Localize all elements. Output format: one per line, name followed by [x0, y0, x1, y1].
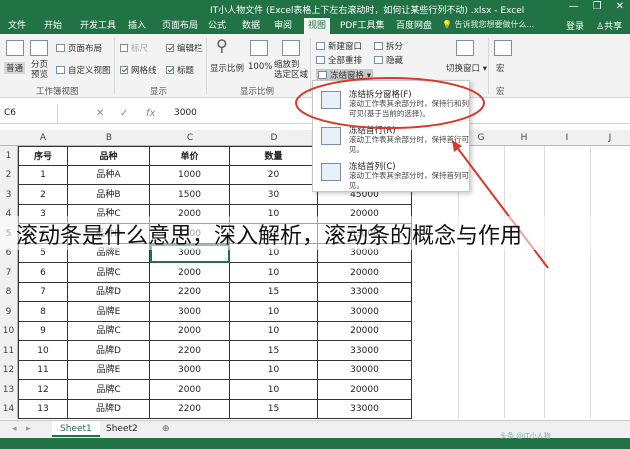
annotation-arrowhead — [452, 140, 462, 152]
watermark: 头条 @IT小人物 — [500, 432, 551, 440]
sheet-tab-sheet2[interactable]: Sheet2 — [98, 421, 146, 437]
highlight-ellipse — [295, 77, 485, 129]
add-sheet-button[interactable]: ⊕ — [154, 421, 178, 437]
sheet-tab-sheet1[interactable]: Sheet1 — [52, 421, 100, 437]
scroll-right-icon[interactable]: ▸ — [18, 421, 39, 437]
overlay-caption: 滚动条是什么意思，深入解析，滚动条的概念与作用 — [16, 224, 523, 249]
